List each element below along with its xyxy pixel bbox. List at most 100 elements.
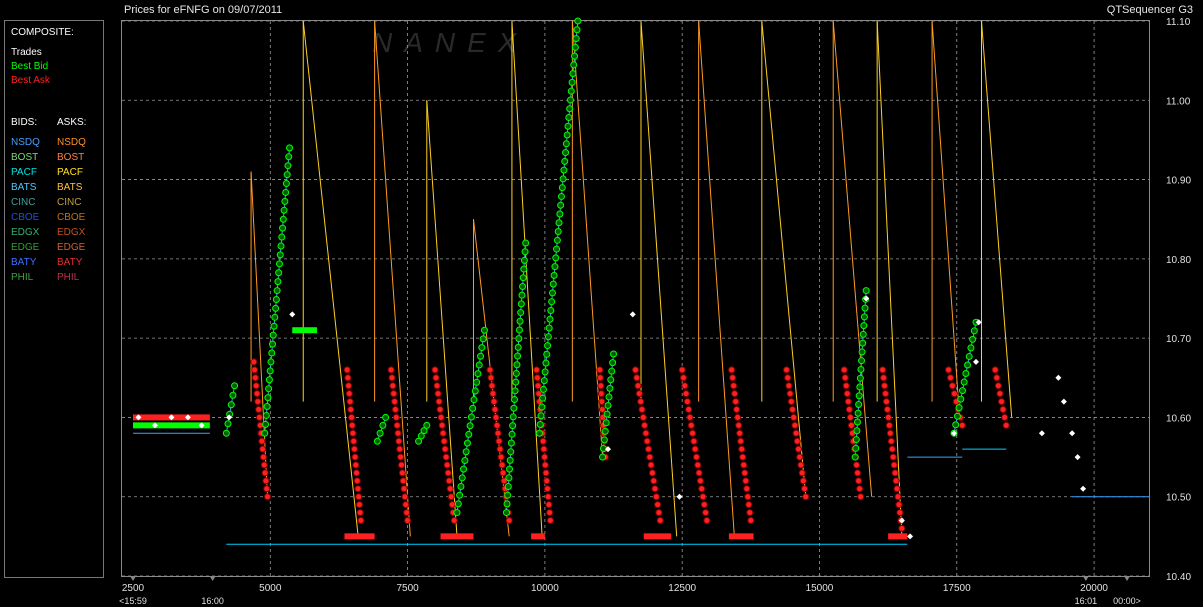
best-ask-marker (699, 493, 707, 501)
best-ask-marker (736, 429, 744, 437)
best-bid-marker (277, 242, 285, 250)
best-bid-marker (861, 304, 869, 312)
best-bid-marker (465, 430, 473, 438)
best-ask-marker (896, 509, 904, 517)
best-bid-marker (572, 35, 580, 43)
best-bid-marker (453, 509, 461, 517)
best-ask-flat (643, 533, 672, 540)
best-ask-marker (350, 437, 358, 445)
best-ask-marker (694, 461, 702, 469)
best-bid-marker (227, 401, 235, 409)
best-ask-marker (437, 413, 445, 421)
best-ask-marker (263, 485, 271, 493)
best-ask-marker (853, 461, 861, 469)
best-ask-marker (881, 382, 889, 390)
best-ask-marker (253, 390, 261, 398)
best-ask-marker (392, 413, 400, 421)
best-ask-marker (854, 469, 862, 477)
best-ask-marker (894, 493, 902, 501)
best-ask-marker (534, 382, 542, 390)
best-ask-marker (1001, 413, 1009, 421)
best-ask-marker (799, 477, 807, 485)
best-ask-marker (948, 382, 956, 390)
best-ask-marker (734, 413, 742, 421)
best-bid-marker (280, 206, 288, 214)
best-ask-marker (635, 390, 643, 398)
best-ask-marker (698, 485, 706, 493)
x-tick-label: 15000 (806, 583, 834, 594)
best-bid-marker (515, 335, 523, 343)
best-bid-marker (263, 403, 271, 411)
best-ask-marker (855, 477, 863, 485)
best-bid-marker (456, 491, 464, 499)
best-ask-marker (703, 517, 711, 524)
best-ask-marker (398, 461, 406, 469)
best-bid-marker (514, 352, 522, 360)
best-bid-marker (855, 400, 863, 408)
best-ask-marker (494, 429, 502, 437)
best-bid-marker (272, 295, 280, 303)
best-bid-flat (132, 422, 210, 429)
best-ask-marker (696, 477, 704, 485)
best-bid-marker (602, 419, 610, 427)
best-bid-marker (276, 251, 284, 259)
best-bid-marker (514, 343, 522, 351)
best-ask-marker (545, 501, 553, 509)
best-bid-marker (560, 166, 568, 174)
y-tick-label: 10.40 (1166, 572, 1191, 583)
best-ask-marker (345, 382, 353, 390)
best-bid-marker (473, 378, 481, 386)
best-bid-marker (461, 456, 469, 464)
best-ask-marker (541, 461, 549, 469)
best-bid-marker (557, 201, 565, 209)
best-ask-marker (890, 461, 898, 469)
best-bid-marker (960, 378, 968, 386)
best-bid-marker (286, 144, 294, 152)
best-ask-marker (741, 469, 749, 477)
best-bid-marker (539, 394, 547, 402)
best-bid-marker (856, 383, 864, 391)
best-ask-marker (436, 406, 444, 413)
best-ask-marker (737, 437, 745, 445)
best-ask-marker (499, 469, 507, 477)
best-ask-marker (648, 469, 656, 477)
best-bid-marker (853, 427, 861, 435)
best-bid-marker (264, 394, 272, 402)
best-ask-marker (435, 398, 443, 406)
best-ask-marker (685, 406, 693, 413)
best-ask-marker (492, 413, 500, 421)
best-bid-marker (272, 304, 280, 312)
best-ask-marker (840, 366, 848, 374)
best-bid-marker (269, 331, 277, 339)
best-bid-marker (519, 274, 527, 282)
best-ask-marker (399, 477, 407, 485)
best-bid-marker (858, 348, 866, 356)
best-ask-marker (738, 445, 746, 453)
best-bid-marker (546, 315, 554, 323)
best-bid-marker (607, 376, 615, 384)
best-ask-marker (846, 413, 854, 421)
best-ask-flat (531, 533, 545, 540)
ask-sawtooth-line (571, 20, 604, 458)
best-ask-marker (357, 517, 365, 524)
best-ask-marker (505, 517, 513, 524)
best-ask-marker (783, 366, 791, 374)
best-ask-marker (882, 398, 890, 406)
best-ask-marker (251, 366, 259, 374)
best-ask-marker (731, 390, 739, 398)
best-bid-marker (475, 361, 483, 369)
best-ask-marker (656, 517, 664, 524)
best-bid-marker (553, 236, 561, 244)
best-ask-marker (354, 485, 362, 493)
ask-sawtooth-line (931, 20, 961, 418)
best-bid-marker (860, 313, 868, 321)
best-bid-marker (544, 333, 552, 341)
best-ask-marker (356, 509, 364, 517)
best-bid-marker (279, 215, 287, 223)
best-ask-marker (746, 509, 754, 517)
y-tick-label: 10.90 (1166, 176, 1191, 187)
best-ask-marker (991, 366, 999, 374)
best-ask-marker (345, 390, 353, 398)
best-ask-marker (639, 413, 647, 421)
trade-marker (1074, 454, 1081, 461)
